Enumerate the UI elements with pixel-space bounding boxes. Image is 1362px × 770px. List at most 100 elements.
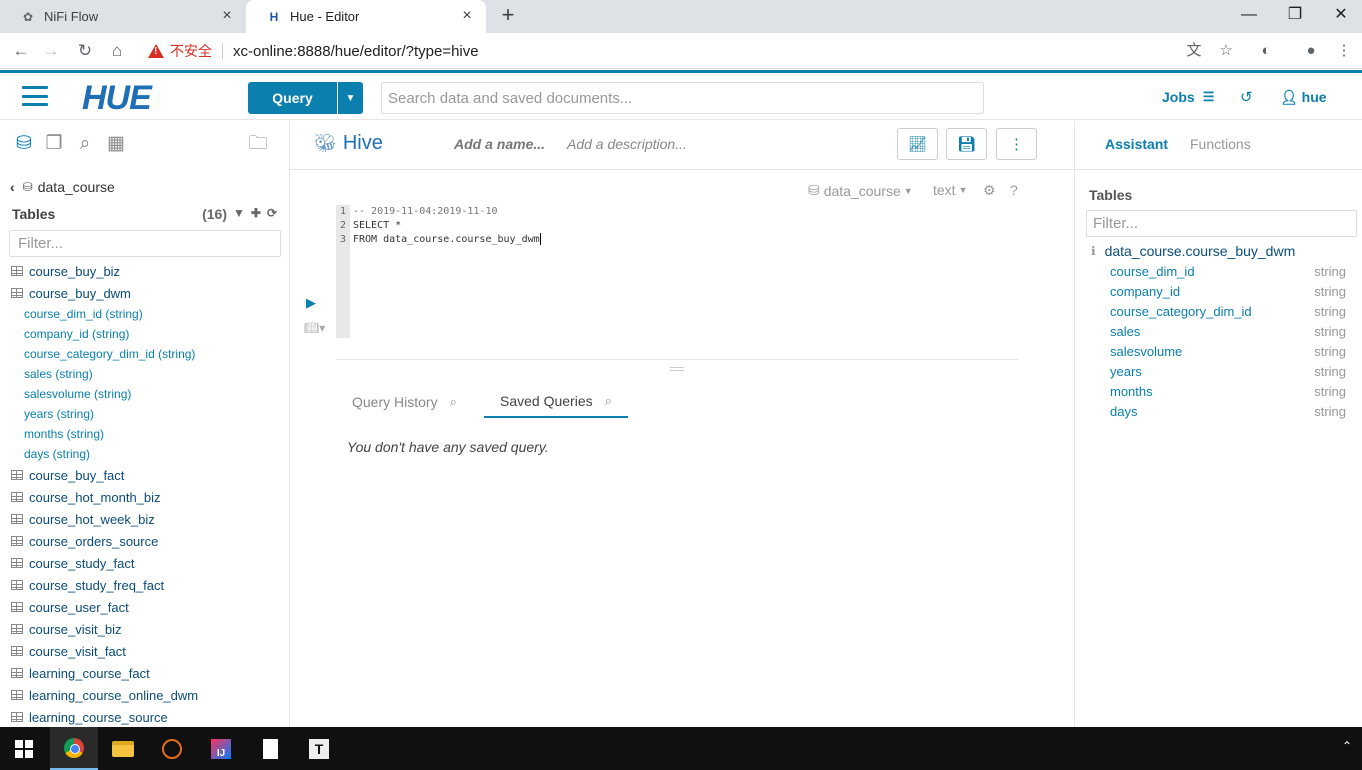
snippet-book-icon[interactable]: 📖︎▾	[304, 321, 325, 335]
table-item[interactable]: course_buy_dwm	[0, 282, 289, 304]
column-name[interactable]: sales	[1110, 324, 1140, 339]
documents-icon[interactable]: ❐	[43, 133, 65, 155]
folder-icon[interactable]: 🗀︎	[247, 133, 269, 155]
url-text[interactable]: xc-online:8888/hue/editor/?type=hive	[233, 43, 479, 60]
query-description-input[interactable]: Add a description...	[567, 136, 687, 152]
hamburger-menu-icon[interactable]	[22, 86, 48, 106]
tab-functions[interactable]: Functions	[1190, 136, 1251, 152]
restore-button[interactable]: ❐	[1272, 0, 1318, 33]
start-button[interactable]	[0, 727, 48, 770]
refresh-icon[interactable]: ⟳	[267, 206, 277, 222]
browser-tab-nifi[interactable]: ✿ NiFi Flow ×	[0, 0, 246, 33]
query-button-label[interactable]: Query	[248, 82, 337, 114]
table-name[interactable]: course_buy_biz	[29, 264, 120, 279]
filter-icon[interactable]: ▼	[233, 206, 245, 222]
table-name[interactable]: course_orders_source	[29, 534, 158, 549]
taskbar-chrome[interactable]	[50, 727, 98, 770]
column-name[interactable]: days	[1110, 404, 1137, 419]
chart-button[interactable]: 📈︎	[897, 128, 938, 160]
hue-logo[interactable]: HUE	[82, 79, 152, 118]
table-item[interactable]: course_buy_biz	[0, 260, 289, 282]
tab-saved-queries[interactable]: Saved Queries ⌕	[484, 386, 628, 418]
column-item[interactable]: salesvolume (string)	[0, 384, 289, 404]
table-name[interactable]: course_study_freq_fact	[29, 578, 164, 593]
table-name[interactable]: course_visit_biz	[29, 622, 122, 637]
assistant-table[interactable]: ℹ data_course.course_buy_dwm	[1091, 243, 1295, 259]
taskbar-typora[interactable]: T	[295, 727, 343, 770]
close-window-button[interactable]: ✕	[1318, 0, 1362, 33]
table-name[interactable]: course_hot_month_biz	[29, 490, 161, 505]
code-text[interactable]: -- 2019-11-04:2019-11-10	[349, 205, 498, 219]
table-name[interactable]: course_user_fact	[29, 600, 129, 615]
extension-icon[interactable]: ◐	[1254, 39, 1278, 63]
back-icon[interactable]: ←	[8, 39, 34, 63]
search-icon[interactable]: ⌕	[450, 394, 457, 410]
table-name[interactable]: course_study_fact	[29, 556, 135, 571]
table-name[interactable]: course_hot_week_biz	[29, 512, 155, 527]
assistant-filter-input[interactable]: Filter...	[1086, 210, 1357, 237]
assistant-column[interactable]: years string	[1110, 361, 1346, 381]
table-item[interactable]: course_visit_biz	[0, 618, 289, 640]
global-search-input[interactable]: Search data and saved documents...	[381, 82, 984, 114]
browser-tab-hue[interactable]: H Hue - Editor ×	[246, 0, 486, 33]
search-icon[interactable]: ⌕	[605, 393, 612, 409]
column-item[interactable]: days (string)	[0, 444, 289, 464]
table-item[interactable]: course_visit_fact	[0, 640, 289, 662]
forward-icon[interactable]: →	[38, 39, 64, 63]
close-tab-icon[interactable]: ×	[218, 7, 236, 25]
assistant-table-name[interactable]: data_course.course_buy_dwm	[1105, 243, 1296, 259]
tab-query-history[interactable]: Query History ⌕	[352, 386, 457, 418]
new-tab-button[interactable]: +	[496, 4, 520, 28]
code-line[interactable]: 3 FROM data_course.course_buy_dwm	[336, 233, 541, 247]
code-text[interactable]: FROM data_course.course_buy_dwm	[349, 233, 540, 247]
column-item[interactable]: course_dim_id (string)	[0, 304, 289, 324]
column-name[interactable]: course_category_dim_id	[1110, 304, 1252, 319]
help-icon[interactable]: ?	[1010, 182, 1018, 198]
tables-filter-input[interactable]: Filter...	[9, 230, 281, 257]
table-name[interactable]: course_buy_fact	[29, 468, 124, 483]
info-icon[interactable]: ℹ	[1091, 244, 1096, 258]
reload-icon[interactable]: ↻	[72, 39, 98, 63]
database-icon[interactable]: ⛁	[13, 133, 35, 155]
taskbar-intellij[interactable]: IJ	[197, 727, 245, 770]
table-name[interactable]: course_visit_fact	[29, 644, 126, 659]
table-item[interactable]: learning_course_online_dwm	[0, 684, 289, 706]
table-item[interactable]: learning_course_source	[0, 706, 289, 727]
translate-icon[interactable]: 文	[1182, 39, 1206, 63]
run-query-icon[interactable]: ▶	[306, 295, 316, 311]
star-icon[interactable]: ☆	[1214, 39, 1238, 63]
table-item[interactable]: course_hot_month_biz	[0, 486, 289, 508]
assistant-column[interactable]: course_dim_id string	[1110, 261, 1346, 281]
code-line[interactable]: 1 -- 2019-11-04:2019-11-10	[336, 205, 498, 219]
column-name[interactable]: years	[1110, 364, 1142, 379]
table-name[interactable]: course_buy_dwm	[29, 286, 131, 301]
chevron-up-icon[interactable]: ⌃	[1342, 739, 1352, 753]
table-name[interactable]: learning_course_online_dwm	[29, 688, 198, 703]
column-item[interactable]: course_category_dim_id (string)	[0, 344, 289, 364]
close-tab-icon[interactable]: ×	[458, 7, 476, 25]
database-breadcrumb[interactable]: ‹ ⛁ data_course	[10, 179, 115, 195]
history-icon[interactable]: ↺	[1240, 88, 1253, 106]
assistant-column[interactable]: days string	[1110, 401, 1346, 421]
table-item[interactable]: learning_course_fact	[0, 662, 289, 684]
column-item[interactable]: years (string)	[0, 404, 289, 424]
column-item[interactable]: company_id (string)	[0, 324, 289, 344]
column-name[interactable]: salesvolume	[1110, 344, 1182, 359]
database-selector[interactable]: ⛁ data_course ▼	[808, 182, 913, 199]
table-item[interactable]: course_hot_week_biz	[0, 508, 289, 530]
address-bar[interactable]: 不安全 xc-online:8888/hue/editor/?type=hive	[148, 41, 479, 61]
column-item[interactable]: sales (string)	[0, 364, 289, 384]
add-icon[interactable]: ✚	[251, 206, 261, 222]
code-text[interactable]: SELECT *	[349, 219, 401, 233]
taskbar-notepad[interactable]	[246, 727, 294, 770]
taskbar-app[interactable]	[148, 727, 196, 770]
settings-icon[interactable]: ⚙	[983, 182, 996, 199]
table-item[interactable]: course_orders_source	[0, 530, 289, 552]
table-item[interactable]: course_user_fact	[0, 596, 289, 618]
query-name-input[interactable]: Add a name...	[454, 136, 545, 152]
save-button[interactable]: 💾︎	[946, 128, 987, 160]
profile-icon[interactable]: ●	[1299, 39, 1323, 63]
column-item[interactable]: months (string)	[0, 424, 289, 444]
resize-handle[interactable]	[670, 367, 684, 371]
taskbar-explorer[interactable]	[99, 727, 147, 770]
